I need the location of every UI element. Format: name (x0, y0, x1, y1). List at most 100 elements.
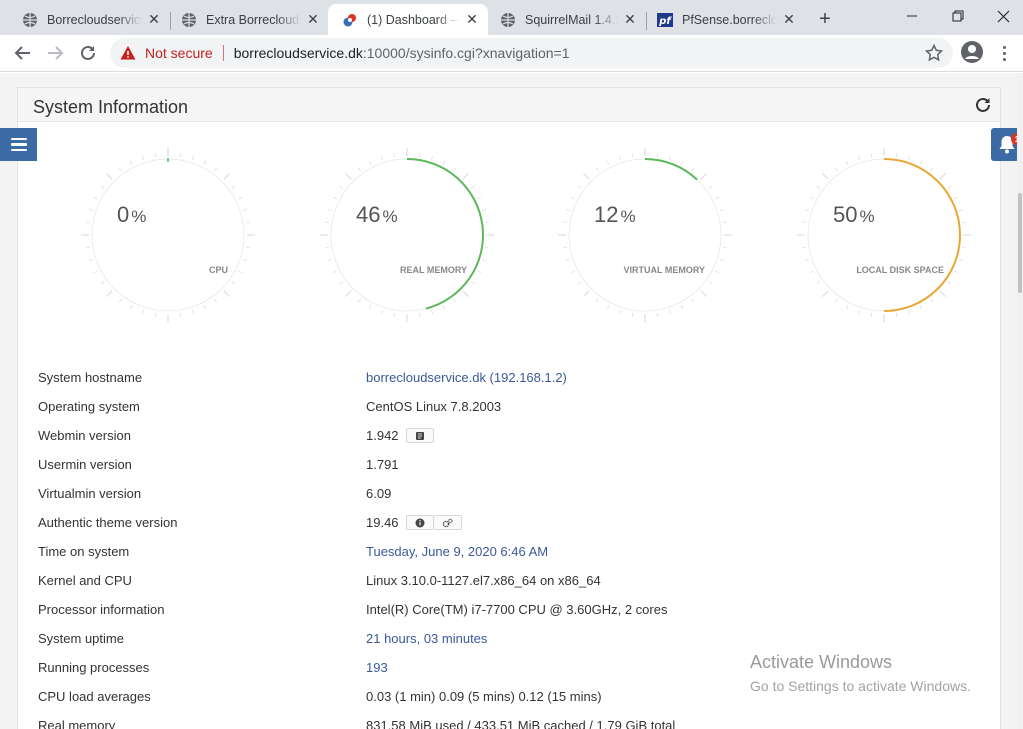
watermark-subtitle: Go to Settings to activate Windows. (750, 678, 971, 694)
new-tab-button[interactable]: + (814, 8, 836, 30)
gauge-tick (691, 298, 695, 303)
gauge-tick (179, 152, 182, 158)
gauge-tick (154, 152, 157, 158)
gauge-tick (243, 259, 248, 262)
processes-link[interactable]: 193 (366, 660, 388, 675)
gauge-track (91, 158, 245, 312)
tab-borrecloudservice[interactable]: Borrecloudservice.dk ✕ (8, 4, 170, 35)
gauge-tick (324, 246, 330, 249)
row-label: Processor information (38, 602, 165, 617)
gauge-value: 50% (833, 202, 875, 227)
row-value: 6.09 (366, 486, 392, 501)
gauge-tick (442, 160, 446, 165)
gauge-tick (129, 160, 133, 165)
row-label: System hostname (38, 370, 143, 385)
windows-activation-watermark: Activate Windows Go to Settings to activ… (750, 652, 971, 694)
uptime-link[interactable]: 21 hours, 03 minutes (366, 631, 487, 646)
gauge-value-arc (644, 158, 698, 181)
globe-icon (500, 12, 516, 28)
address-bar[interactable]: Not secure borrecloudservice.dk:10000/sy… (110, 38, 953, 68)
menu-toggle-button[interactable] (0, 128, 37, 161)
gauge-tick (484, 246, 490, 249)
hostname-link[interactable]: borrecloudservice.dk (192.168.1.2) (366, 370, 567, 385)
close-tab-icon[interactable]: ✕ (146, 11, 162, 28)
tab-strip: Borrecloudservice.dk ✕ Extra Borreclouds… (0, 0, 1023, 35)
gauge-tick (477, 196, 482, 200)
time-link[interactable]: Tuesday, June 9, 2020 6:46 AM (366, 544, 548, 559)
gauge-dial (320, 148, 494, 322)
row-value: 831.58 MiB used / 433.51 MiB cached / 1.… (366, 718, 676, 729)
gauge-tick (339, 281, 344, 285)
close-tab-icon[interactable]: ✕ (622, 11, 638, 28)
gauge-tick (656, 152, 659, 158)
close-window-button[interactable] (980, 0, 1023, 32)
gauge-value-arc (883, 158, 961, 312)
forward-button[interactable] (41, 39, 69, 67)
tab-dashboard[interactable]: (1) Dashboard — Webmin ✕ (328, 4, 488, 35)
reload-icon (81, 45, 95, 60)
scrollbar-thumb[interactable] (1018, 193, 1022, 293)
gauge-tick (895, 152, 898, 158)
row-label: Kernel and CPU (38, 573, 132, 588)
gauge-tick (857, 310, 860, 315)
gauge-tick (482, 259, 487, 262)
url-host: borrecloudservice.dk (233, 45, 363, 61)
gauge-tick (606, 160, 610, 165)
gauge-tick (141, 310, 144, 315)
gauge-tick (141, 155, 144, 160)
gauge-tick (631, 312, 634, 318)
gauge-label: CPU (208, 265, 228, 275)
gauge-tick (179, 312, 182, 318)
gauge-tick (700, 290, 707, 297)
tab-squirrelmail[interactable]: SquirrelMail 1.4.22 ✕ (486, 4, 646, 35)
row-value: Linux 3.10.0-1127.el7.x86_64 on x86_64 (366, 573, 601, 588)
gauge-tick (720, 208, 725, 211)
row-label: Usermin version (38, 457, 132, 472)
gauge-tick (700, 173, 707, 180)
tab-extra-borrecloudservice[interactable]: Extra Borrecloudservice ✕ (167, 4, 329, 35)
gauge-tick (954, 196, 959, 200)
local-disk-space-gauge: 50% LOCAL DISK SPACE (795, 146, 973, 324)
virtual-memory-gauge: 12% VIRTUAL MEMORY (556, 146, 734, 324)
back-button[interactable] (9, 39, 37, 67)
gauge-tick (154, 312, 157, 318)
account-icon[interactable] (960, 40, 984, 64)
gauge-tick (845, 305, 849, 310)
restore-button[interactable] (935, 0, 981, 32)
browser-menu-icon[interactable] (996, 41, 1012, 65)
scrollbar[interactable] (1017, 73, 1023, 729)
theme-settings-button[interactable] (433, 515, 462, 530)
gauge-dial (797, 148, 971, 322)
theme-info-button[interactable] (405, 515, 434, 530)
gauge-tick (85, 221, 91, 224)
gauge-tick (238, 270, 243, 274)
gauge-tick (804, 259, 809, 262)
refresh-icon[interactable] (974, 96, 992, 114)
close-tab-icon[interactable]: ✕ (305, 11, 321, 28)
gauge-tick (570, 196, 575, 200)
close-tab-icon[interactable]: ✕ (464, 11, 480, 28)
gauge-tick (583, 173, 590, 180)
gauge-value: 12% (594, 202, 636, 227)
changelog-button[interactable] (405, 428, 434, 443)
gauge-tick (834, 298, 838, 303)
gauge-tick (930, 298, 934, 303)
gauge-tick (715, 196, 720, 200)
reload-button[interactable] (74, 39, 102, 67)
gauge-tick (453, 167, 457, 172)
security-status[interactable]: Not secure (145, 45, 213, 61)
close-tab-icon[interactable]: ✕ (781, 11, 797, 28)
bookmark-star-icon[interactable] (925, 44, 943, 62)
tab-pfsense[interactable]: pf PfSense.borrecloudservice ✕ (643, 4, 805, 35)
gauge-tick (954, 270, 959, 274)
gauge-tick (947, 185, 952, 189)
gauge-tick (845, 160, 849, 165)
gauge-tick (565, 259, 570, 262)
globe-icon (181, 12, 197, 28)
gauge-tick (947, 281, 952, 285)
gauge-tick (801, 246, 807, 249)
gauge-tick (606, 305, 610, 310)
gauge-tick (708, 281, 713, 285)
minimize-button[interactable] (889, 0, 935, 32)
gauge-tick (595, 167, 599, 172)
